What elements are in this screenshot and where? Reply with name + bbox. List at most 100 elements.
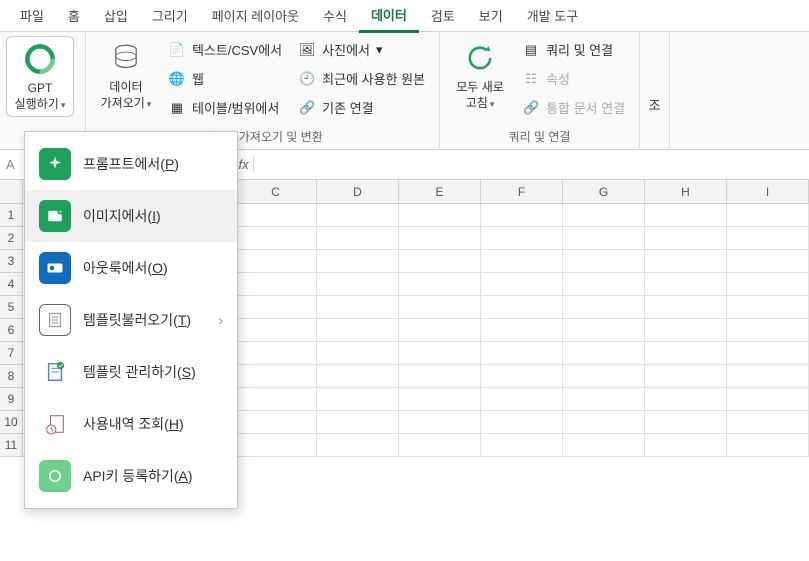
menu-from-prompt[interactable]: 프롬프트에서(P)	[25, 138, 237, 190]
col-header[interactable]: G	[563, 180, 645, 203]
refresh-all-button[interactable]: 모두 새로 고침▾	[446, 36, 514, 115]
text-file-icon: 📄	[168, 41, 186, 59]
row-header[interactable]: 9	[0, 388, 22, 411]
col-header[interactable]: H	[645, 180, 727, 203]
menu-from-outlook[interactable]: 아웃룩에서(O)	[25, 242, 237, 294]
col-header[interactable]: E	[399, 180, 481, 203]
tab-file[interactable]: 파일	[8, 0, 56, 31]
row-header[interactable]: 7	[0, 342, 22, 365]
formula-bar: ▾ fx	[214, 157, 809, 173]
tab-insert[interactable]: 삽입	[92, 0, 140, 31]
get-data-button[interactable]: 데이터 가져오기▾	[92, 36, 160, 115]
row-header[interactable]: 11	[0, 434, 22, 457]
queries-list: ▤ 쿼리 및 연결 ☷ 속성 🔗 통합 문서 연결	[514, 36, 633, 121]
row-header[interactable]: 3	[0, 250, 22, 273]
select-all-corner[interactable]	[0, 180, 22, 204]
row-header[interactable]: 6	[0, 319, 22, 342]
col-header[interactable]: D	[317, 180, 399, 203]
menu-register-api-key[interactable]: API키 등록하기(A)	[25, 450, 237, 502]
table-icon: ▦	[168, 99, 186, 117]
queries-connections-label: 쿼리 및 연결	[546, 40, 613, 59]
image-plus-icon: +	[39, 200, 71, 232]
col-header[interactable]: I	[727, 180, 809, 203]
clock-document-icon	[39, 408, 71, 440]
name-box-value: A	[6, 157, 15, 172]
ribbon-tabs: 파일 홈 삽입 그리기 페이지 레이아웃 수식 데이터 검토 보기 개발 도구	[0, 0, 809, 32]
ribbon-group-queries: 모두 새로 고침▾ ▤ 쿼리 및 연결 ☷ 속성 🔗 통합 문서 연결 쿼리 및…	[440, 32, 640, 149]
menu-usage-history-label: 사용내역 조회(H)	[83, 414, 223, 434]
row-header[interactable]: 1	[0, 204, 22, 227]
group-label-queries: 쿼리 및 연결	[446, 126, 633, 147]
refresh-icon	[462, 40, 498, 76]
link-icon: 🔗	[298, 99, 316, 117]
workbook-links-label: 통합 문서 연결	[546, 98, 625, 117]
menu-register-api-key-label: API키 등록하기(A)	[83, 466, 223, 486]
properties-label: 속성	[546, 69, 570, 88]
menu-manage-template-label: 템플릿 관리하기(S)	[83, 362, 223, 382]
globe-icon: 🌐	[168, 70, 186, 88]
menu-usage-history[interactable]: 사용내역 조회(H)	[25, 398, 237, 450]
recent-sources-button[interactable]: 🕘 최근에 사용한 원본	[294, 67, 429, 90]
picture-icon: 🖼	[298, 41, 316, 59]
existing-connections-label: 기존 연결	[322, 98, 373, 117]
gpt-logo-icon	[22, 41, 58, 77]
from-web-label: 웹	[192, 69, 204, 88]
transform-list-1: 📄 텍스트/CSV에서 🌐 웹 ▦ 테이블/범위에서	[160, 36, 290, 121]
transform-list-2: 🖼 사진에서 ▾ 🕘 최근에 사용한 원본 🔗 기존 연결	[290, 36, 433, 121]
chevron-down-icon: ▾	[490, 99, 495, 109]
chevron-down-icon: ▾	[147, 99, 152, 109]
workbook-links-icon: 🔗	[522, 99, 540, 117]
queries-connections-button[interactable]: ▤ 쿼리 및 연결	[518, 38, 629, 61]
row-headers: 1 2 3 4 5 6 7 8 9 10 11	[0, 180, 23, 457]
queries-icon: ▤	[522, 41, 540, 59]
recent-icon: 🕘	[298, 70, 316, 88]
menu-from-outlook-label: 아웃룩에서(O)	[83, 258, 223, 278]
document-check-icon	[39, 356, 71, 388]
tab-view[interactable]: 보기	[467, 0, 515, 31]
gpt-run-label: GPT 실행하기▾	[15, 81, 66, 112]
row-header[interactable]: 2	[0, 227, 22, 250]
row-header[interactable]: 5	[0, 296, 22, 319]
properties-button: ☷ 속성	[518, 67, 629, 90]
get-data-label: 데이터 가져오기▾	[101, 80, 152, 111]
menu-from-prompt-label: 프롬프트에서(P)	[83, 154, 223, 174]
existing-connections-button[interactable]: 🔗 기존 연결	[294, 96, 429, 119]
from-text-csv-button[interactable]: 📄 텍스트/CSV에서	[164, 38, 286, 61]
recent-sources-label: 최근에 사용한 원본	[322, 69, 425, 88]
tab-formulas[interactable]: 수식	[311, 0, 359, 31]
tab-data[interactable]: 데이터	[359, 0, 419, 33]
menu-from-image-label: 이미지에서(I)	[83, 206, 223, 226]
tab-draw[interactable]: 그리기	[140, 0, 200, 31]
row-header[interactable]: 8	[0, 365, 22, 388]
ribbon-group-truncated: 조	[640, 32, 670, 149]
from-picture-button[interactable]: 🖼 사진에서 ▾	[294, 38, 429, 61]
gpt-dropdown-menu: 프롬프트에서(P) + 이미지에서(I) 아웃룩에서(O) 템플릿불러오기(T)…	[24, 131, 238, 509]
from-web-button[interactable]: 🌐 웹	[164, 67, 286, 90]
menu-load-template-label: 템플릿불러오기(T)	[83, 310, 206, 330]
chevron-down-icon: ▾	[61, 100, 66, 110]
menu-load-template[interactable]: 템플릿불러오기(T) ›	[25, 294, 237, 346]
tab-developer[interactable]: 개발 도구	[515, 0, 590, 31]
menu-manage-template[interactable]: 템플릿 관리하기(S)	[25, 346, 237, 398]
truncated-label: 조	[649, 95, 661, 114]
openai-knot-icon	[39, 460, 71, 492]
chevron-right-icon: ›	[218, 312, 223, 328]
tab-review[interactable]: 검토	[419, 0, 467, 31]
tab-page-layout[interactable]: 페이지 레이아웃	[200, 0, 311, 31]
tab-home[interactable]: 홈	[56, 0, 92, 31]
from-table-range-label: 테이블/범위에서	[192, 98, 279, 117]
gpt-run-button[interactable]: GPT 실행하기▾	[6, 36, 74, 117]
formula-input[interactable]	[262, 157, 803, 172]
properties-icon: ☷	[522, 70, 540, 88]
document-lines-icon	[39, 304, 71, 336]
col-header[interactable]: F	[481, 180, 563, 203]
row-header[interactable]: 10	[0, 411, 22, 434]
from-text-csv-label: 텍스트/CSV에서	[192, 40, 282, 59]
workbook-links-button: 🔗 통합 문서 연결	[518, 96, 629, 119]
col-header[interactable]: C	[235, 180, 317, 203]
svg-text:+: +	[58, 210, 62, 216]
from-table-range-button[interactable]: ▦ 테이블/범위에서	[164, 96, 286, 119]
menu-from-image[interactable]: + 이미지에서(I)	[25, 190, 237, 242]
row-header[interactable]: 4	[0, 273, 22, 296]
sparkle-icon	[39, 148, 71, 180]
